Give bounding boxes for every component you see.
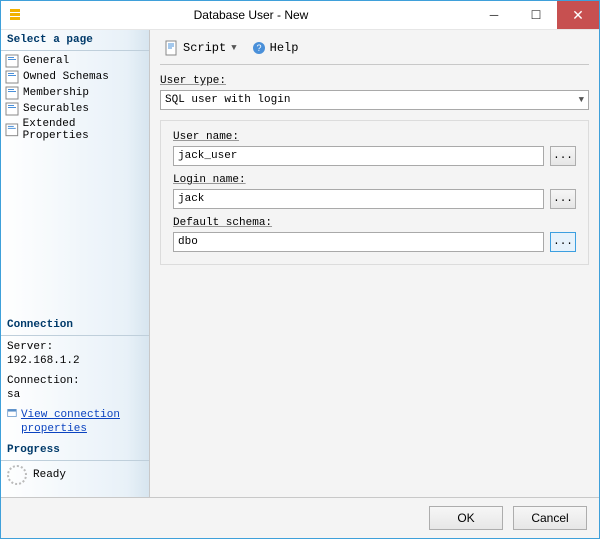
script-button[interactable]: Script ▼ [160,38,243,58]
progress-header: Progress [1,440,149,461]
connection-header: Connection [1,315,149,336]
dialog-footer: OK Cancel [1,497,599,538]
sidebar-item-securables[interactable]: Securables [3,101,147,117]
view-connection-properties-link[interactable]: View connection properties [21,408,143,436]
user-name-label: User name: [173,131,544,143]
help-label: Help [270,41,299,55]
script-label: Script [183,41,226,55]
sidebar-item-membership[interactable]: Membership [3,85,147,101]
user-type-select[interactable]: SQL user with login ▼ [160,90,589,110]
page-icon [5,54,19,68]
sidebar-item-label: Membership [23,87,89,99]
connection-block: Server: 192.168.1.2 Connection: sa View … [1,336,149,440]
page-icon [5,86,19,100]
user-type-field: User type: SQL user with login ▼ [160,75,589,110]
toolbar: Script ▼ ? Help [160,36,589,60]
progress-status: Ready [33,469,66,481]
page-icon [5,102,19,116]
user-name-row: User name: ... [173,131,576,166]
default-schema-row: Default schema: ... [173,217,576,252]
server-value: 192.168.1.2 [7,354,143,368]
page-icon [5,70,19,84]
help-icon: ? [251,40,267,56]
user-name-input[interactable] [173,146,544,166]
dialog-body: Select a page General Owned Schemas Memb… [1,30,599,497]
close-button[interactable]: ✕ [557,1,599,29]
server-label: Server: [7,340,143,354]
default-schema-input[interactable] [173,232,544,252]
page-list: General Owned Schemas Membership Securab… [1,51,149,149]
ok-button[interactable]: OK [429,506,503,530]
app-icon [7,7,23,23]
user-type-label: User type: [160,75,589,87]
main-panel: Script ▼ ? Help User type: SQL user with… [150,30,599,497]
sidebar-item-owned-schemas[interactable]: Owned Schemas [3,69,147,85]
properties-icon [7,408,17,422]
login-name-browse-button[interactable]: ... [550,189,576,209]
connection-label: Connection: [7,374,143,388]
progress-spinner-icon [7,465,27,485]
user-details-group: User name: ... Login name: ... Default s… [160,120,589,265]
dialog-database-user-new: Database User - New ─ ☐ ✕ Select a page … [0,0,600,539]
svg-text:?: ? [256,43,261,53]
minimize-button[interactable]: ─ [473,1,515,29]
user-type-value: SQL user with login [165,94,290,106]
sidebar-item-label: Securables [23,103,89,115]
chevron-down-icon: ▼ [229,43,238,53]
help-button[interactable]: ? Help [247,38,303,58]
sidebar-item-label: Owned Schemas [23,71,109,83]
script-icon [164,40,180,56]
cancel-button[interactable]: Cancel [513,506,587,530]
sidebar-item-general[interactable]: General [3,53,147,69]
sidebar-item-label: General [23,55,69,67]
sidebar-item-extended-properties[interactable]: Extended Properties [3,117,147,143]
default-schema-browse-button[interactable]: ... [550,232,576,252]
login-name-row: Login name: ... [173,174,576,209]
select-page-header: Select a page [1,30,149,51]
toolbar-separator [160,64,589,65]
page-icon [5,123,19,137]
maximize-button[interactable]: ☐ [515,1,557,29]
user-name-browse-button[interactable]: ... [550,146,576,166]
connection-value: sa [7,388,143,402]
chevron-down-icon: ▼ [579,95,584,105]
sidebar: Select a page General Owned Schemas Memb… [1,30,150,497]
progress-row: Ready [1,461,149,489]
login-name-label: Login name: [173,174,544,186]
titlebar: Database User - New ─ ☐ ✕ [1,1,599,30]
window-title: Database User - New [29,8,473,22]
login-name-input[interactable] [173,189,544,209]
default-schema-label: Default schema: [173,217,544,229]
window-buttons: ─ ☐ ✕ [473,1,599,29]
sidebar-item-label: Extended Properties [23,118,145,142]
